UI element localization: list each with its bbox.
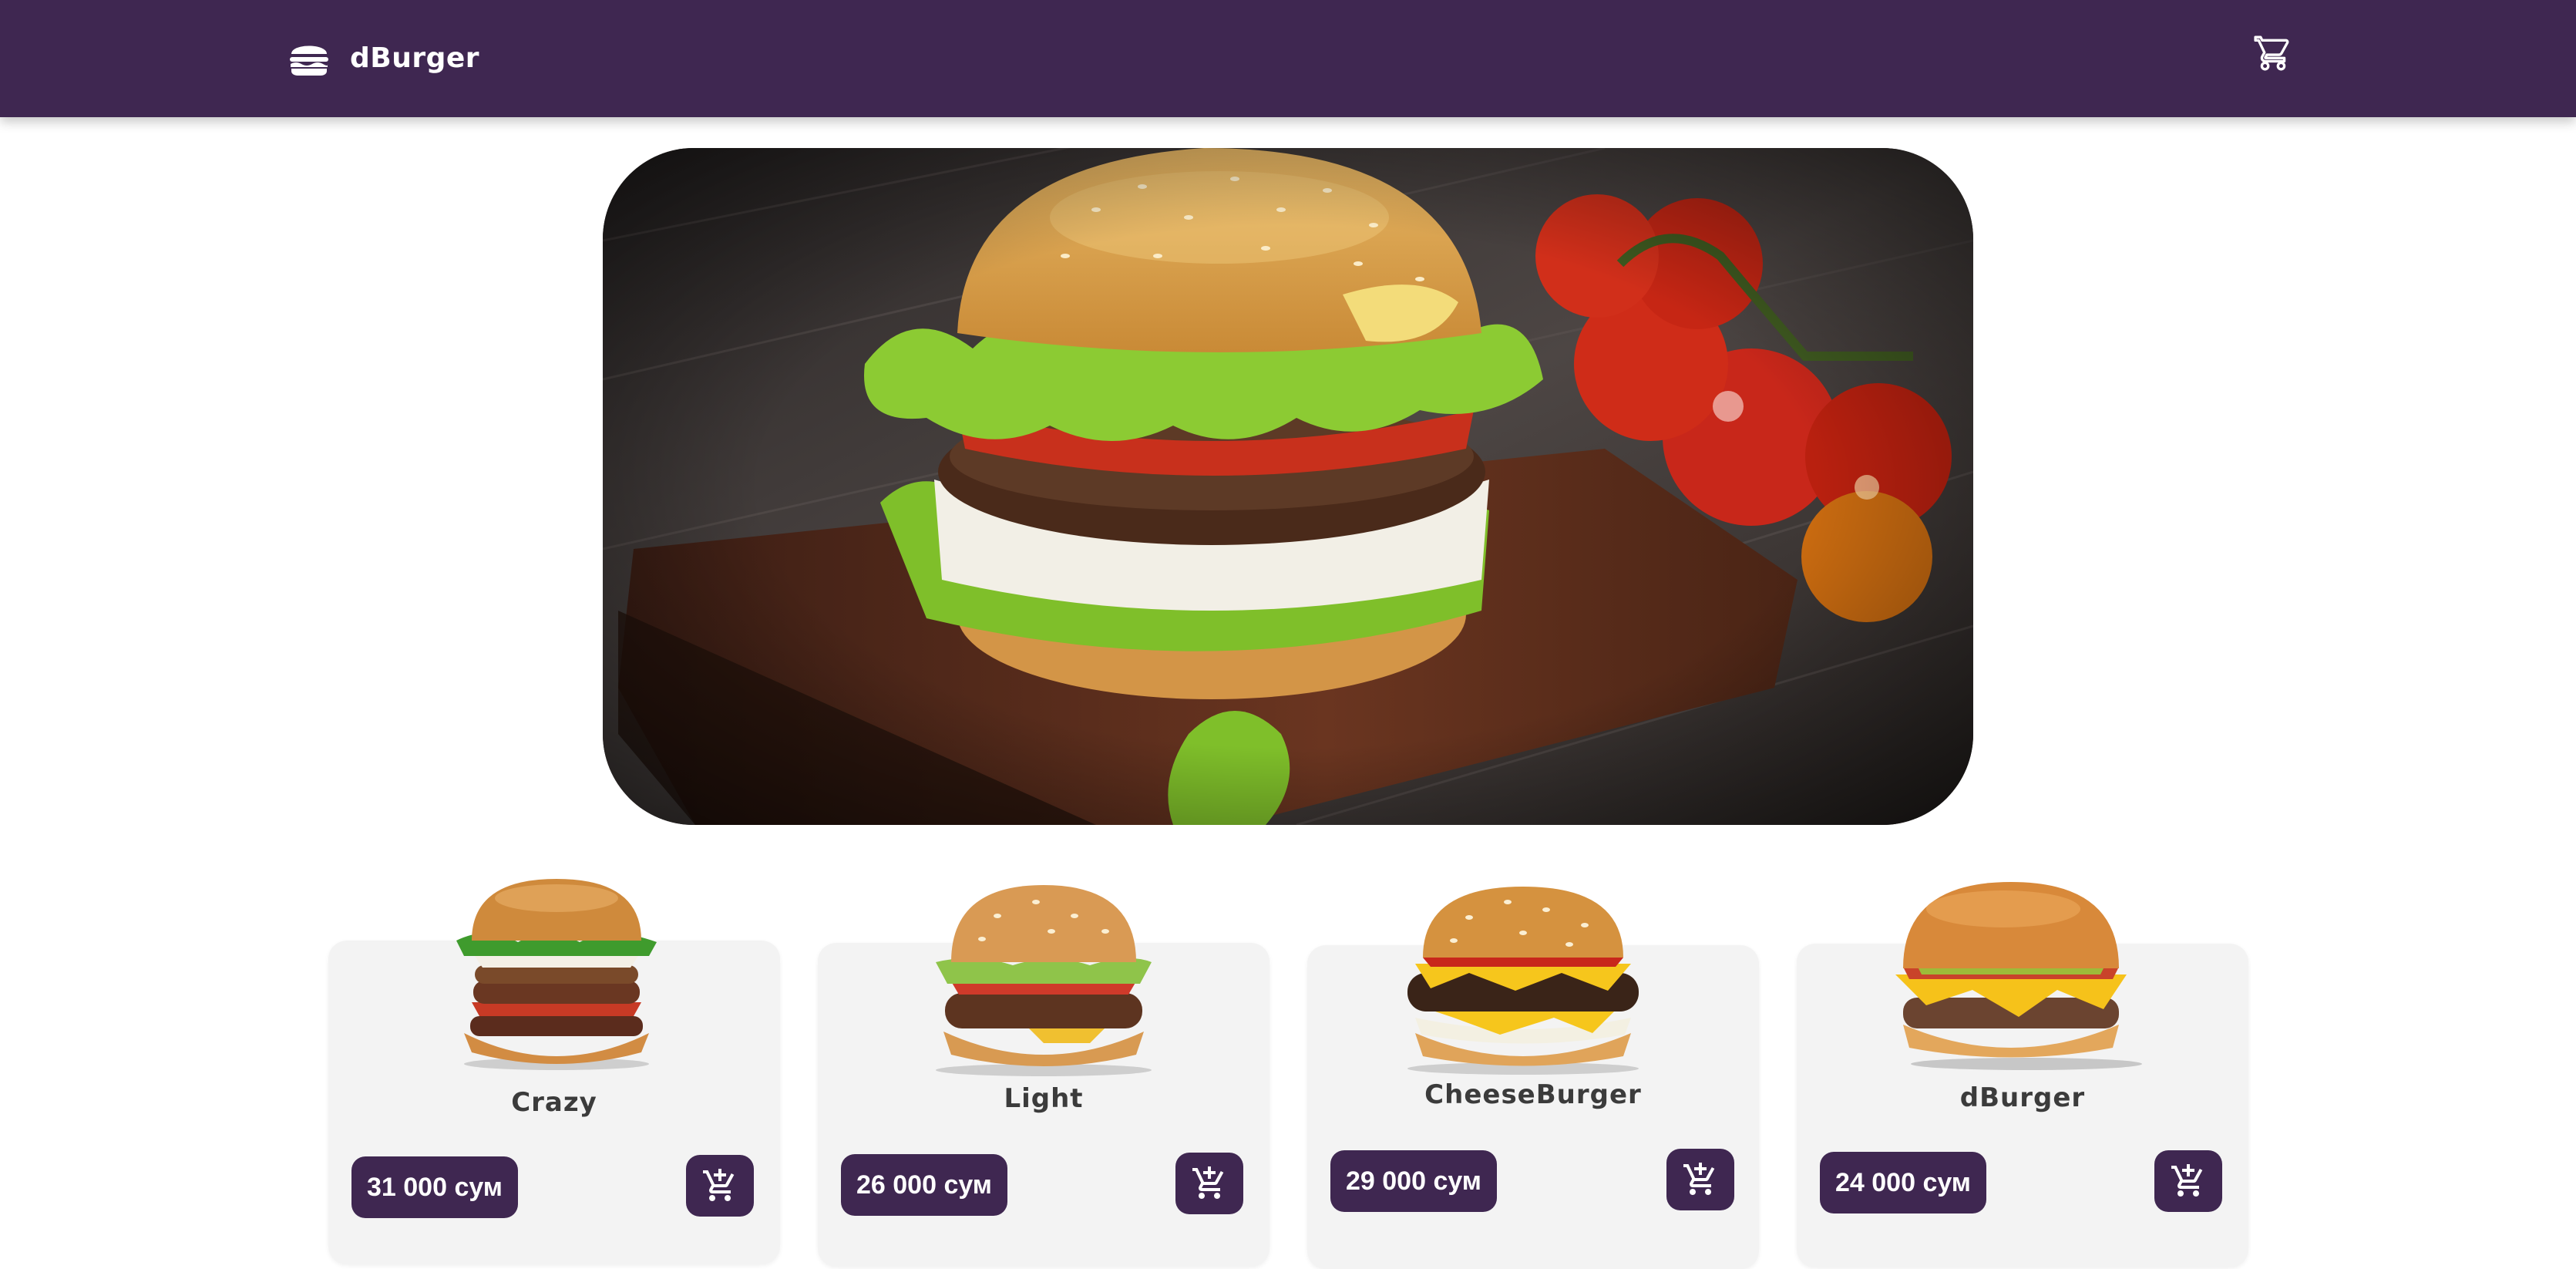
hero-banner — [603, 148, 1973, 825]
price-badge: 24 000 сум — [1820, 1152, 1986, 1213]
add-to-cart-icon — [1192, 1166, 1224, 1199]
add-to-cart-button[interactable] — [2154, 1150, 2222, 1212]
add-to-cart-icon — [1683, 1163, 1715, 1195]
burger-image-light — [936, 885, 1152, 1076]
add-to-cart-icon — [2171, 1164, 2203, 1197]
price-badge: 31 000 сум — [351, 1156, 518, 1218]
price-badge: 29 000 сум — [1330, 1150, 1497, 1212]
logo-link[interactable]: dBurger — [288, 39, 479, 77]
product-title: Light — [1004, 1083, 1084, 1114]
product-title: Crazy — [511, 1087, 597, 1118]
add-to-cart-button[interactable] — [686, 1155, 754, 1217]
burger-image-crazy — [456, 879, 657, 1070]
burger-hero-photo — [603, 148, 1973, 825]
add-to-cart-icon — [703, 1169, 735, 1201]
add-to-cart-button[interactable] — [1175, 1153, 1243, 1214]
burger-image-cheeseburger — [1407, 887, 1639, 1075]
product-title: dBurger — [1959, 1082, 2086, 1113]
add-to-cart-button[interactable] — [1666, 1149, 1734, 1210]
burger-icon — [290, 45, 328, 76]
cart-button[interactable] — [2254, 34, 2292, 72]
cart-icon — [2254, 35, 2289, 71]
brand-name: dBurger — [350, 42, 480, 74]
product-card-crazy: Crazy 31 000 сум — [328, 879, 780, 1264]
product-card-cheeseburger: CheeseBurger 29 000 сум — [1307, 887, 1759, 1269]
site-header: dBurger — [0, 0, 2576, 117]
product-card-dburger: dBurger 24 000 сум — [1797, 882, 2248, 1267]
product-title: CheeseBurger — [1424, 1079, 1642, 1110]
product-card-light: Light 26 000 сум — [818, 885, 1270, 1267]
price-badge: 26 000 сум — [841, 1154, 1007, 1216]
burger-image-dburger — [1895, 882, 2142, 1070]
